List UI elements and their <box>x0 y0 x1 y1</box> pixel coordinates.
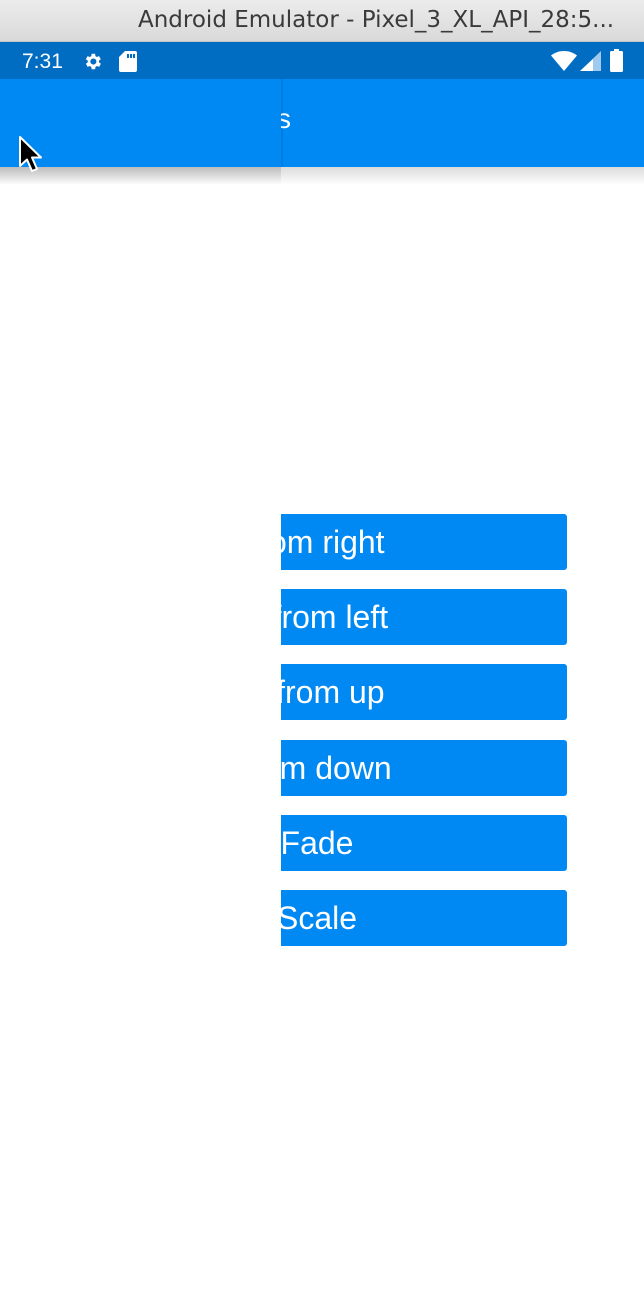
mouse-cursor-icon <box>18 136 44 178</box>
slide-from-down-button[interactable]: from down <box>281 740 567 796</box>
fade-button[interactable]: Fade <box>281 815 567 871</box>
outgoing-page-body <box>0 185 281 1292</box>
sd-card-icon <box>119 51 137 76</box>
button-list: from right e from left e from up from do… <box>281 0 644 1292</box>
slide-from-up-button[interactable]: e from up <box>281 664 567 720</box>
slide-from-right-button[interactable]: from right <box>281 514 567 570</box>
slide-from-left-button[interactable]: e from left <box>281 589 567 645</box>
scale-button[interactable]: Scale <box>281 890 567 946</box>
outgoing-page <box>0 42 283 1292</box>
settings-icon <box>82 51 103 76</box>
status-time: 7:31 <box>22 50 63 73</box>
